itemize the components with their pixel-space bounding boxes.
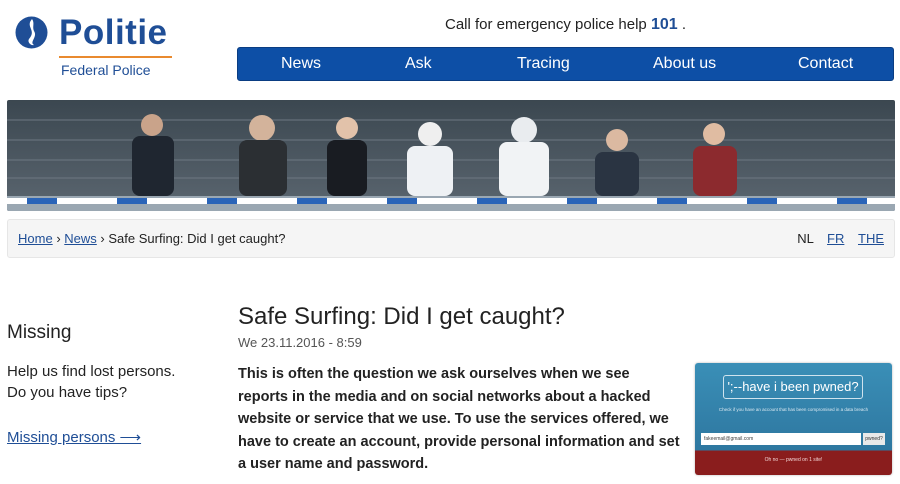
sidebar-text: Help us find lost persons. Do you have t… — [7, 361, 207, 403]
sidebar-text-line: Do you have tips? — [7, 384, 128, 401]
thumb-subtitle: Check if you have an account that has be… — [718, 407, 869, 412]
sidebar-text-line: Help us find lost persons. — [7, 363, 176, 380]
emergency-number: 101 — [650, 16, 678, 33]
thumb-email-field: fakeemail@gmail.com — [701, 433, 861, 445]
lang-nl: NL — [797, 231, 814, 246]
emergency-suffix: . — [677, 16, 686, 33]
politie-logo[interactable]: Politie Federal Police — [15, 13, 175, 83]
breadcrumb-separator: › — [56, 231, 61, 246]
logo-subtitle: Federal Police — [61, 62, 151, 78]
language-switcher: NL FR THE — [787, 231, 884, 246]
thumb-title: ';--have i been pwned? — [723, 375, 863, 399]
main-nav: News Ask Tracing About us Contact — [237, 47, 894, 81]
police-team-photo — [7, 100, 895, 211]
have-i-been-pwned-image[interactable]: ';--have i been pwned? Check if you have… — [695, 363, 892, 475]
breadcrumb: Home › News › Safe Surfing: Did I get ca… — [18, 231, 285, 246]
nav-item-news[interactable]: News — [281, 48, 321, 80]
nav-item-tracing[interactable]: Tracing — [517, 48, 570, 80]
article-lead: This is often the question we ask oursel… — [238, 366, 680, 472]
logo-wordmark: Politie — [59, 13, 168, 52]
breadcrumb-bar: Home › News › Safe Surfing: Did I get ca… — [7, 219, 895, 258]
sidebar-title: Missing — [7, 322, 72, 343]
nav-item-about-us[interactable]: About us — [653, 48, 716, 80]
logo-underline — [59, 56, 172, 58]
breadcrumb-current: Safe Surfing: Did I get caught? — [108, 231, 286, 246]
emergency-notice: Call for emergency police help 101 . — [445, 16, 686, 34]
breadcrumb-home-link[interactable]: Home — [18, 231, 53, 246]
breadcrumb-separator: › — [100, 231, 105, 246]
lang-fr-link[interactable]: FR — [827, 231, 844, 246]
police-flame-icon — [15, 16, 48, 49]
lang-the-link[interactable]: THE — [858, 231, 884, 246]
nav-item-ask[interactable]: Ask — [405, 48, 432, 80]
emergency-text: Call for emergency police help — [445, 16, 647, 33]
missing-persons-link[interactable]: Missing persons ⟶ — [7, 428, 141, 446]
breadcrumb-news-link[interactable]: News — [64, 231, 97, 246]
article-title: Safe Surfing: Did I get caught? — [238, 303, 565, 330]
article-date: We 23.11.2016 - 8:59 — [238, 335, 362, 350]
nav-item-contact[interactable]: Contact — [798, 48, 853, 80]
thumb-pwned-button: pwned? — [863, 433, 885, 445]
thumb-result: Oh no — pwned on 1 site! — [764, 457, 823, 463]
hero-banner-image — [7, 100, 895, 211]
